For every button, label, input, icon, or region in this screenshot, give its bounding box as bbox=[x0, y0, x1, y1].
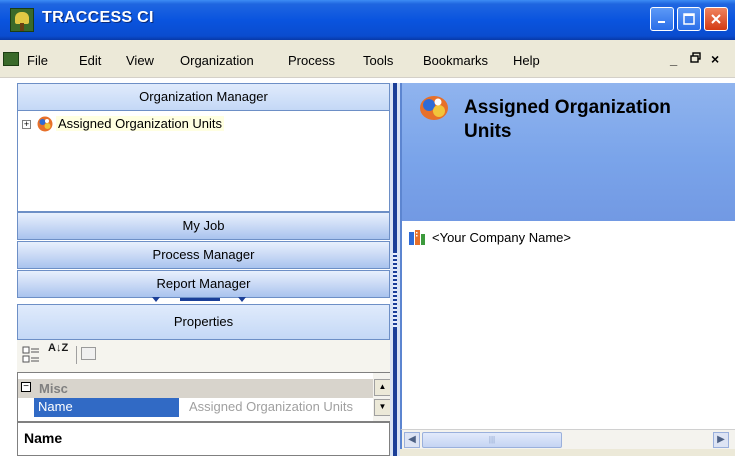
properties-header: Properties bbox=[17, 304, 390, 340]
collapse-minus-icon[interactable]: − bbox=[21, 382, 31, 392]
mdi-minimize-button[interactable]: _ bbox=[670, 52, 677, 67]
scroll-up-button[interactable]: ▲ bbox=[374, 379, 391, 396]
menu-edit[interactable]: Edit bbox=[79, 53, 101, 68]
horizontal-scrollbar[interactable]: ◀ ||| ▶ bbox=[400, 429, 735, 449]
scroll-right-button[interactable]: ▶ bbox=[713, 432, 729, 448]
org-units-icon bbox=[420, 96, 448, 120]
detail-title: Assigned Organization Units bbox=[464, 97, 671, 142]
mdi-close-button[interactable]: × bbox=[711, 51, 719, 67]
menu-file[interactable]: File bbox=[27, 53, 48, 68]
company-icon bbox=[409, 230, 425, 245]
description-title: Name bbox=[24, 430, 63, 446]
category-row-misc[interactable]: − Misc bbox=[18, 379, 373, 398]
nav-report-manager[interactable]: Report Manager bbox=[17, 270, 390, 298]
vertical-splitter[interactable] bbox=[390, 83, 400, 456]
expand-plus-icon[interactable]: + bbox=[22, 120, 31, 129]
toolbar-separator bbox=[76, 346, 77, 364]
minimize-button[interactable] bbox=[650, 7, 674, 31]
minimize-icon bbox=[658, 21, 665, 23]
category-label: Misc bbox=[39, 381, 68, 396]
properties-toolbar: A↓Z bbox=[17, 340, 390, 372]
app-icon[interactable] bbox=[3, 52, 19, 66]
app-icon[interactable] bbox=[10, 8, 34, 32]
menu-tools[interactable]: Tools bbox=[363, 53, 393, 68]
menu-help[interactable]: Help bbox=[513, 53, 540, 68]
org-units-icon bbox=[37, 116, 53, 132]
nav-my-job[interactable]: My Job bbox=[17, 212, 390, 240]
restore-icon bbox=[690, 52, 701, 63]
menu-organization[interactable]: Organization bbox=[180, 53, 254, 68]
scroll-thumb[interactable]: ||| bbox=[422, 432, 562, 448]
close-icon bbox=[711, 14, 721, 24]
list-item-company[interactable]: <Your Company Name> bbox=[432, 230, 571, 245]
property-row-name[interactable]: Name Assigned Organization Units bbox=[18, 398, 373, 417]
nav-process-manager[interactable]: Process Manager bbox=[17, 241, 390, 269]
property-pages-icon[interactable] bbox=[81, 347, 96, 360]
property-grid[interactable]: − Misc Name Assigned Organization Units … bbox=[17, 372, 391, 422]
menu-bar: File Edit View Organization Process Tool… bbox=[0, 40, 735, 78]
title-bar[interactable]: TRACCESS CI bbox=[0, 0, 735, 40]
menu-view[interactable]: View bbox=[126, 53, 154, 68]
categorized-icon[interactable] bbox=[22, 346, 40, 364]
mdi-restore-button[interactable] bbox=[690, 52, 702, 67]
detail-header: Assigned Organization Units bbox=[400, 83, 735, 221]
menu-bookmarks[interactable]: Bookmarks bbox=[423, 53, 488, 68]
property-description-panel: Name bbox=[17, 422, 390, 456]
tree-item-assigned-organization-units[interactable]: Assigned Organization Units bbox=[56, 116, 225, 131]
property-value-cell[interactable]: Assigned Organization Units bbox=[179, 398, 373, 417]
detail-list[interactable]: <Your Company Name> bbox=[400, 221, 735, 429]
splitter-grip[interactable] bbox=[393, 253, 397, 328]
menu-process[interactable]: Process bbox=[288, 53, 335, 68]
alphabetical-sort-icon[interactable]: A↓Z bbox=[48, 343, 68, 366]
property-grid-scrollbar[interactable]: ▲ ▼ bbox=[373, 373, 391, 421]
scroll-left-button[interactable]: ◀ bbox=[404, 432, 420, 448]
maximize-icon bbox=[683, 13, 695, 25]
panel-splitter-grip[interactable] bbox=[150, 296, 250, 304]
maximize-button[interactable] bbox=[677, 7, 701, 31]
window-title: TRACCESS CI bbox=[42, 9, 154, 26]
scroll-down-button[interactable]: ▼ bbox=[374, 399, 391, 416]
organization-tree[interactable]: + Assigned Organization Units bbox=[17, 111, 390, 212]
organization-manager-header[interactable]: Organization Manager bbox=[17, 83, 390, 111]
property-name-cell[interactable]: Name bbox=[34, 398, 179, 417]
status-strip bbox=[400, 449, 735, 456]
close-button[interactable] bbox=[704, 7, 728, 31]
